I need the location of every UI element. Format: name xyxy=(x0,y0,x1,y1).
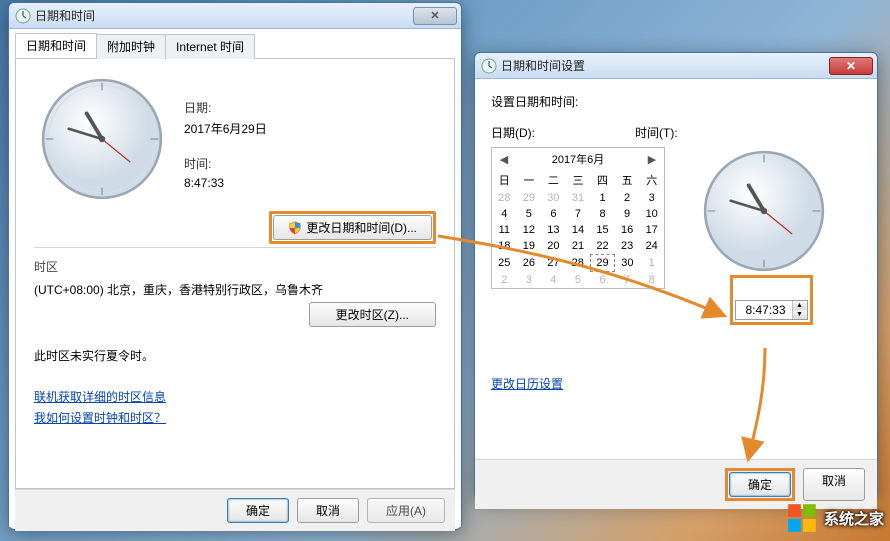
close-button[interactable]: ✕ xyxy=(413,7,457,25)
cancel-button[interactable]: 取消 xyxy=(297,498,359,523)
calendar-day[interactable]: 5 xyxy=(566,272,591,289)
spin-down-button[interactable]: ▼ xyxy=(793,310,807,319)
change-calendar-settings-link[interactable]: 更改日历设置 xyxy=(491,375,563,392)
titlebar[interactable]: 日期和时间设置 ✕ xyxy=(475,53,877,79)
calendar-day[interactable]: 5 xyxy=(517,206,542,222)
calendar-day[interactable]: 8 xyxy=(639,272,664,289)
date-value: 2017年6月29日 xyxy=(184,120,267,137)
shield-icon xyxy=(288,221,302,235)
calendar-day[interactable]: 29 xyxy=(517,190,542,206)
calendar-day[interactable]: 2 xyxy=(492,272,517,289)
calendar-day[interactable]: 12 xyxy=(517,222,542,238)
time-input[interactable]: 8:47:33 xyxy=(736,301,792,319)
weekday-header: 四 xyxy=(590,170,615,190)
heading: 设置日期和时间: xyxy=(491,93,861,110)
time-spinner[interactable]: 8:47:33 ▲ ▼ xyxy=(735,300,808,320)
calendar-day[interactable]: 27 xyxy=(541,255,566,272)
tab-additional-clocks[interactable]: 附加时钟 xyxy=(96,34,166,59)
calendar-month: 2017年6月 xyxy=(512,151,644,167)
calendar-day[interactable]: 16 xyxy=(615,222,640,238)
tab-datetime[interactable]: 日期和时间 xyxy=(15,33,97,58)
weekday-header: 五 xyxy=(615,170,640,190)
time-value: 8:47:33 xyxy=(184,176,267,190)
titlebar[interactable]: 日期和时间 ✕ xyxy=(9,3,461,29)
calendar-day[interactable]: 4 xyxy=(541,272,566,289)
calendar-day[interactable]: 2 xyxy=(615,190,640,206)
calendar-day[interactable]: 6 xyxy=(541,206,566,222)
cancel-button[interactable]: 取消 xyxy=(803,468,865,501)
calendar-day[interactable]: 10 xyxy=(639,206,664,222)
calendar-day[interactable]: 14 xyxy=(566,222,591,238)
ok-button[interactable]: 确定 xyxy=(227,498,289,523)
spin-up-button[interactable]: ▲ xyxy=(793,301,807,310)
analog-clock xyxy=(700,147,828,275)
calendar-day[interactable]: 29 xyxy=(590,255,615,272)
calendar-day[interactable]: 8 xyxy=(590,206,615,222)
ok-button[interactable]: 确定 xyxy=(729,472,791,497)
calendar-day[interactable]: 15 xyxy=(590,222,615,238)
prev-month-button[interactable]: ◀ xyxy=(496,153,512,166)
weekday-header: 二 xyxy=(541,170,566,190)
timezone-value: (UTC+08:00) 北京，重庆，香港特别行政区，乌鲁木齐 xyxy=(34,281,436,298)
calendar-day[interactable]: 20 xyxy=(541,238,566,255)
calendar-day[interactable]: 6 xyxy=(590,272,615,289)
calendar-day[interactable]: 25 xyxy=(492,255,517,272)
calendar-day[interactable]: 19 xyxy=(517,238,542,255)
calendar-day[interactable]: 3 xyxy=(639,190,664,206)
dialog-footer: 确定 取消 应用(A) xyxy=(15,489,455,531)
calendar[interactable]: ◀ 2017年6月 ▶ 日一二三四五六282930311234567891011… xyxy=(491,147,665,289)
calendar-day[interactable]: 11 xyxy=(492,222,517,238)
calendar-day[interactable]: 31 xyxy=(566,190,591,206)
calendar-day[interactable]: 4 xyxy=(492,206,517,222)
calendar-day[interactable]: 17 xyxy=(639,222,664,238)
time-label: 时间: xyxy=(184,155,267,172)
calendar-day[interactable]: 1 xyxy=(590,190,615,206)
calendar-day[interactable]: 3 xyxy=(517,272,542,289)
calendar-day[interactable]: 23 xyxy=(615,238,640,255)
timezone-section-label: 时区 xyxy=(34,258,436,275)
date-time-settings-window: 日期和时间设置 ✕ 设置日期和时间: 日期(D): 时间(T): ◀ 2017年… xyxy=(474,52,878,500)
tabstrip: 日期和时间 附加时钟 Internet 时间 xyxy=(15,33,455,59)
analog-clock xyxy=(38,75,166,203)
calendar-day[interactable]: 7 xyxy=(615,272,640,289)
tab-internet-time[interactable]: Internet 时间 xyxy=(165,34,255,59)
apply-button[interactable]: 应用(A) xyxy=(367,498,445,523)
weekday-header: 六 xyxy=(639,170,664,190)
date-label: 日期(D): xyxy=(491,124,535,141)
link-tz-info[interactable]: 联机获取详细的时区信息 xyxy=(34,388,436,405)
weekday-header: 一 xyxy=(517,170,542,190)
watermark: 系统之家 xyxy=(786,501,884,535)
change-timezone-button[interactable]: 更改时区(Z)... xyxy=(309,302,436,327)
calendar-day[interactable]: 9 xyxy=(615,206,640,222)
calendar-day[interactable]: 28 xyxy=(566,255,591,272)
calendar-day[interactable]: 28 xyxy=(492,190,517,206)
date-label: 日期: xyxy=(184,99,267,116)
dst-note: 此时区未实行夏令时。 xyxy=(34,347,436,364)
time-label: 时间(T): xyxy=(635,124,678,141)
weekday-header: 日 xyxy=(492,170,517,190)
tab-panel: 日期: 2017年6月29日 时间: 8:47:33 更改日期和时间(D)...… xyxy=(15,59,455,489)
window-title: 日期和时间设置 xyxy=(501,57,829,74)
weekday-header: 三 xyxy=(566,170,591,190)
calendar-day[interactable]: 30 xyxy=(541,190,566,206)
calendar-day[interactable]: 26 xyxy=(517,255,542,272)
calendar-day[interactable]: 22 xyxy=(590,238,615,255)
app-icon xyxy=(481,58,497,74)
next-month-button[interactable]: ▶ xyxy=(644,153,660,166)
calendar-day[interactable]: 13 xyxy=(541,222,566,238)
calendar-day[interactable]: 7 xyxy=(566,206,591,222)
calendar-day[interactable]: 18 xyxy=(492,238,517,255)
change-date-time-label: 更改日期和时间(D)... xyxy=(306,219,417,236)
app-icon xyxy=(15,8,31,24)
calendar-day[interactable]: 30 xyxy=(615,255,640,272)
close-button[interactable]: ✕ xyxy=(829,57,873,75)
calendar-day[interactable]: 21 xyxy=(566,238,591,255)
calendar-day[interactable]: 1 xyxy=(639,255,664,272)
link-how-to-set[interactable]: 我如何设置时钟和时区？ xyxy=(34,409,436,426)
date-time-window: 日期和时间 ✕ 日期和时间 附加时钟 Internet 时间 xyxy=(8,2,462,530)
window-title: 日期和时间 xyxy=(35,7,413,24)
calendar-day[interactable]: 24 xyxy=(639,238,664,255)
change-date-time-button[interactable]: 更改日期和时间(D)... xyxy=(273,215,432,240)
